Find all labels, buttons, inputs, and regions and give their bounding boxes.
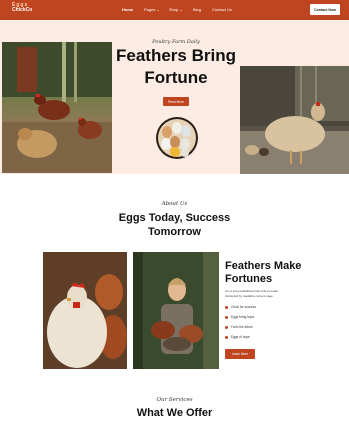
about-title-line2: Tomorrow [148, 226, 201, 238]
list-item: Farm the future [225, 325, 256, 329]
about-title-line1: Eggs Today, Success [118, 212, 231, 224]
nav-blog[interactable]: Blog [193, 7, 201, 12]
logo-text: ChickCo [12, 7, 33, 13]
feature-title-line1: Feathers Make [225, 260, 302, 272]
hero-left-image [2, 42, 112, 173]
hen-closeup-illustration [43, 252, 127, 369]
nav-shop[interactable]: Shop ⌄ [169, 7, 183, 12]
list-item-label: Eggs bring hope [231, 315, 255, 319]
list-item: Chick for success [225, 305, 256, 309]
list-item: Eggs bring hope [225, 315, 256, 319]
feature-text-line2: distracted by readable content page. [225, 293, 274, 298]
list-item-label: Chick for success [231, 305, 256, 309]
hero-read-more-button[interactable]: Read More [163, 97, 189, 106]
bullet-icon [225, 335, 228, 339]
list-item-label: Farm the future [231, 325, 253, 329]
list-item: Eggs of hope [225, 335, 256, 339]
top-nav: Eggs ChickCo Home Pages ⌄ Shop ⌄ Blog Co… [0, 0, 349, 20]
feature-image-farmer [133, 252, 219, 369]
hero-section: Poultry Farm Daily Feathers Bring Fortun… [0, 20, 349, 174]
nav-contact[interactable]: Contact Us [212, 7, 232, 12]
nav-home[interactable]: Home [122, 7, 133, 12]
services-title: What We Offer [136, 407, 213, 419]
feature-description: It is a long established fact that a rea… [225, 289, 278, 298]
hero-tagline: Poultry Farm Daily [152, 39, 200, 45]
contact-now-button[interactable]: Contact Now [310, 4, 340, 15]
feature-title-line2: Fortunes [225, 273, 273, 285]
hens-illustration [2, 42, 112, 173]
feature-image-hens [43, 252, 127, 369]
nav-pages[interactable]: Pages ⌄ [144, 7, 160, 12]
bullet-icon [225, 315, 228, 319]
hero-title-line1: Feathers Bring [116, 46, 236, 65]
services-tagline: Our Services [156, 397, 193, 403]
hero-title-line2: Fortune [144, 68, 208, 87]
bullet-icon [225, 325, 228, 329]
logo[interactable]: Eggs ChickCo [12, 3, 32, 13]
farmer-illustration [133, 252, 219, 369]
about-tagline: About Us [161, 201, 188, 207]
hen-illustration [240, 66, 349, 174]
egg-bowl-image [156, 117, 198, 159]
learn-more-button[interactable]: Learn More [225, 349, 255, 359]
feature-text-line1: It is a long established fact that a rea… [225, 289, 279, 293]
hero-right-image [240, 66, 349, 174]
bullet-icon [225, 305, 228, 309]
list-item-label: Eggs of hope [231, 335, 250, 339]
feature-list: Chick for success Eggs bring hope Farm t… [225, 305, 256, 345]
